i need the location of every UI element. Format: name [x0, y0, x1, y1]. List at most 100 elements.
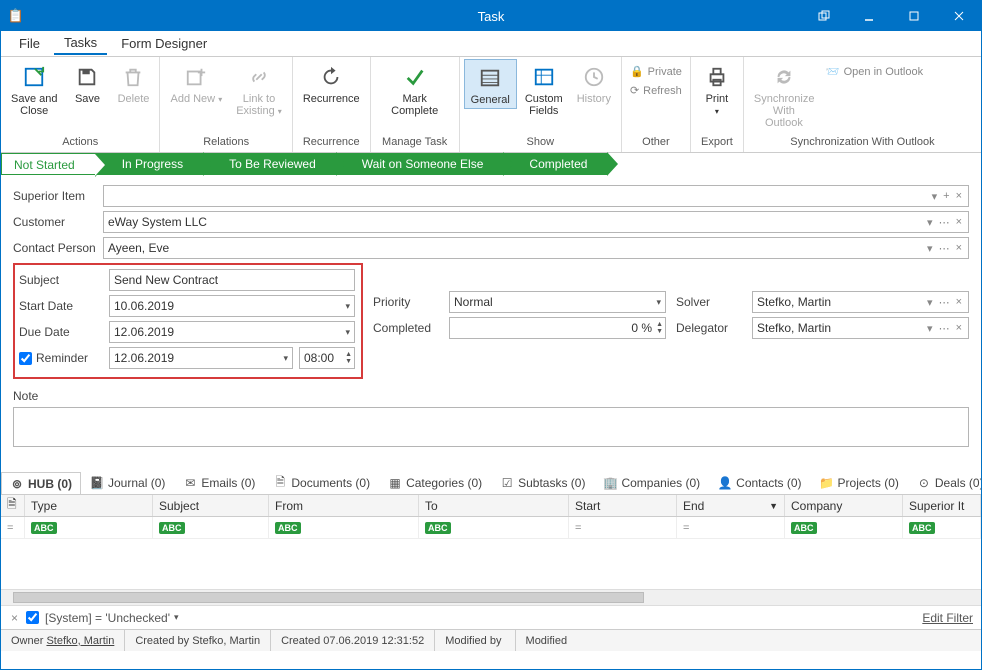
deal-icon: ⊙ — [917, 476, 931, 490]
clear-icon[interactable]: × — [954, 216, 964, 229]
solver-lookup[interactable]: Stefko, Martin▾⋯× — [752, 291, 969, 313]
subject-input[interactable]: Send New Contract — [109, 269, 355, 291]
tab-contacts[interactable]: 👤Contacts (0) — [709, 471, 810, 494]
sync-outlook-button[interactable]: Synchronize With Outlook — [748, 59, 820, 131]
status-to-be-reviewed[interactable]: To Be Reviewed — [203, 153, 336, 175]
tab-hub[interactable]: ⊚HUB (0) — [1, 472, 81, 495]
reminder-checkbox[interactable] — [19, 352, 32, 365]
delegator-lookup[interactable]: Stefko, Martin▾⋯× — [752, 317, 969, 339]
col-icon[interactable]: 🗎 — [1, 495, 25, 516]
clear-icon[interactable]: × — [954, 296, 964, 309]
filter-to[interactable]: ABC — [419, 517, 569, 538]
add-icon[interactable]: + — [941, 190, 951, 203]
menu-form-designer[interactable]: Form Designer — [111, 33, 217, 54]
clear-icon[interactable]: × — [954, 190, 964, 203]
history-button[interactable]: History — [571, 59, 617, 107]
chevron-down-icon[interactable]: ▾ — [345, 301, 350, 312]
note-textarea[interactable] — [13, 407, 969, 447]
save-button[interactable]: Save — [65, 59, 109, 107]
filter-company[interactable]: ABC — [785, 517, 903, 538]
link-existing-button[interactable]: Link to Existing ▾ — [230, 59, 288, 120]
reminder-time-input[interactable]: 08:00▲▼ — [299, 347, 355, 369]
general-view-button[interactable]: General — [464, 59, 517, 109]
clear-icon[interactable]: × — [954, 322, 964, 335]
status-in-progress[interactable]: In Progress — [96, 153, 203, 175]
more-icon[interactable]: ⋯ — [937, 296, 952, 309]
group-show-label: Show — [464, 134, 617, 152]
status-wait[interactable]: Wait on Someone Else — [336, 153, 504, 175]
chevron-down-icon[interactable]: ▾ — [656, 297, 661, 308]
filter-start[interactable]: = — [569, 517, 677, 538]
chevron-down-icon[interactable]: ▾ — [345, 327, 350, 338]
chevron-down-icon[interactable]: ▾ — [283, 353, 288, 364]
status-not-started[interactable]: Not Started — [1, 153, 96, 175]
spinner-down-icon[interactable]: ▼ — [345, 358, 352, 365]
grid-hscrollbar[interactable] — [1, 589, 981, 605]
filter-icon-cell[interactable]: = — [1, 517, 25, 538]
recurrence-button[interactable]: Recurrence — [297, 59, 366, 107]
col-from[interactable]: From — [269, 495, 419, 516]
filter-subject[interactable]: ABC — [153, 517, 269, 538]
dropdown-icon[interactable]: ▾ — [925, 242, 935, 255]
filter-superior[interactable]: ABC — [903, 517, 981, 538]
filter-enable-checkbox[interactable] — [26, 611, 39, 624]
open-in-outlook-button[interactable]: 📨Open in Outlook — [822, 63, 927, 80]
dropdown-icon[interactable]: ▾ — [930, 190, 940, 203]
duedate-input[interactable]: 12.06.2019▾ — [109, 321, 355, 343]
custom-fields-button[interactable]: Custom Fields — [519, 59, 569, 119]
menu-file[interactable]: File — [9, 33, 50, 54]
filter-from[interactable]: ABC — [269, 517, 419, 538]
tab-projects[interactable]: 📁Projects (0) — [811, 471, 908, 494]
filter-close-icon[interactable]: × — [9, 611, 20, 625]
status-completed[interactable]: Completed — [503, 153, 607, 175]
minimize-button[interactable] — [846, 1, 891, 31]
spinner-down-icon[interactable]: ▼ — [656, 328, 663, 335]
more-icon[interactable]: ⋯ — [937, 216, 952, 229]
tab-deals[interactable]: ⊙Deals (0) — [908, 471, 981, 494]
customer-lookup[interactable]: eWay System LLC ▾⋯× — [103, 211, 969, 233]
tab-documents[interactable]: 🗎Documents (0) — [264, 471, 379, 494]
dropdown-icon[interactable]: ▾ — [925, 216, 935, 229]
col-superior[interactable]: Superior It — [903, 495, 981, 516]
edit-filter-link[interactable]: Edit Filter — [922, 611, 973, 625]
col-end[interactable]: End▼ — [677, 495, 785, 516]
tab-categories[interactable]: ▦Categories (0) — [379, 471, 491, 494]
mark-complete-button[interactable]: Mark Complete — [375, 59, 455, 119]
spinner-up-icon[interactable]: ▲ — [656, 321, 663, 328]
col-company[interactable]: Company — [785, 495, 903, 516]
refresh-button[interactable]: ⟳Refresh — [626, 82, 686, 99]
dropdown-icon[interactable]: ▾ — [925, 296, 935, 309]
tab-journal[interactable]: 📓Journal (0) — [81, 471, 174, 494]
startdate-input[interactable]: 10.06.2019▾ — [109, 295, 355, 317]
filter-dropdown-icon[interactable]: ▾ — [174, 612, 179, 623]
print-button[interactable]: Print▾ — [695, 59, 739, 120]
close-button[interactable] — [936, 1, 981, 31]
tab-companies[interactable]: 🏢Companies (0) — [594, 471, 709, 494]
col-subject[interactable]: Subject — [153, 495, 269, 516]
clear-icon[interactable]: × — [954, 242, 964, 255]
maximize-doc-button[interactable] — [801, 1, 846, 31]
save-and-close-button[interactable]: Save and Close — [5, 59, 63, 119]
spinner-up-icon[interactable]: ▲ — [345, 351, 352, 358]
delete-button[interactable]: Delete — [111, 59, 155, 107]
more-icon[interactable]: ⋯ — [937, 242, 952, 255]
group-other-label: Other — [626, 134, 686, 152]
tab-emails[interactable]: ✉Emails (0) — [174, 471, 264, 494]
menu-tasks[interactable]: Tasks — [54, 32, 107, 55]
private-button[interactable]: 🔒Private — [626, 63, 686, 80]
maximize-button[interactable] — [891, 1, 936, 31]
add-new-button[interactable]: Add New ▾ — [164, 59, 228, 108]
more-icon[interactable]: ⋯ — [937, 322, 952, 335]
completed-input[interactable]: 0 %▲▼ — [449, 317, 666, 339]
superior-lookup[interactable]: ▾+× — [103, 185, 969, 207]
col-type[interactable]: Type — [25, 495, 153, 516]
filter-end[interactable]: = — [677, 517, 785, 538]
col-to[interactable]: To — [419, 495, 569, 516]
dropdown-icon[interactable]: ▾ — [925, 322, 935, 335]
reminder-date-input[interactable]: 12.06.2019▾ — [109, 347, 293, 369]
filter-type[interactable]: ABC — [25, 517, 153, 538]
contact-lookup[interactable]: Ayeen, Eve ▾⋯× — [103, 237, 969, 259]
tab-subtasks[interactable]: ☑Subtasks (0) — [491, 471, 594, 494]
priority-combo[interactable]: Normal▾ — [449, 291, 666, 313]
col-start[interactable]: Start — [569, 495, 677, 516]
